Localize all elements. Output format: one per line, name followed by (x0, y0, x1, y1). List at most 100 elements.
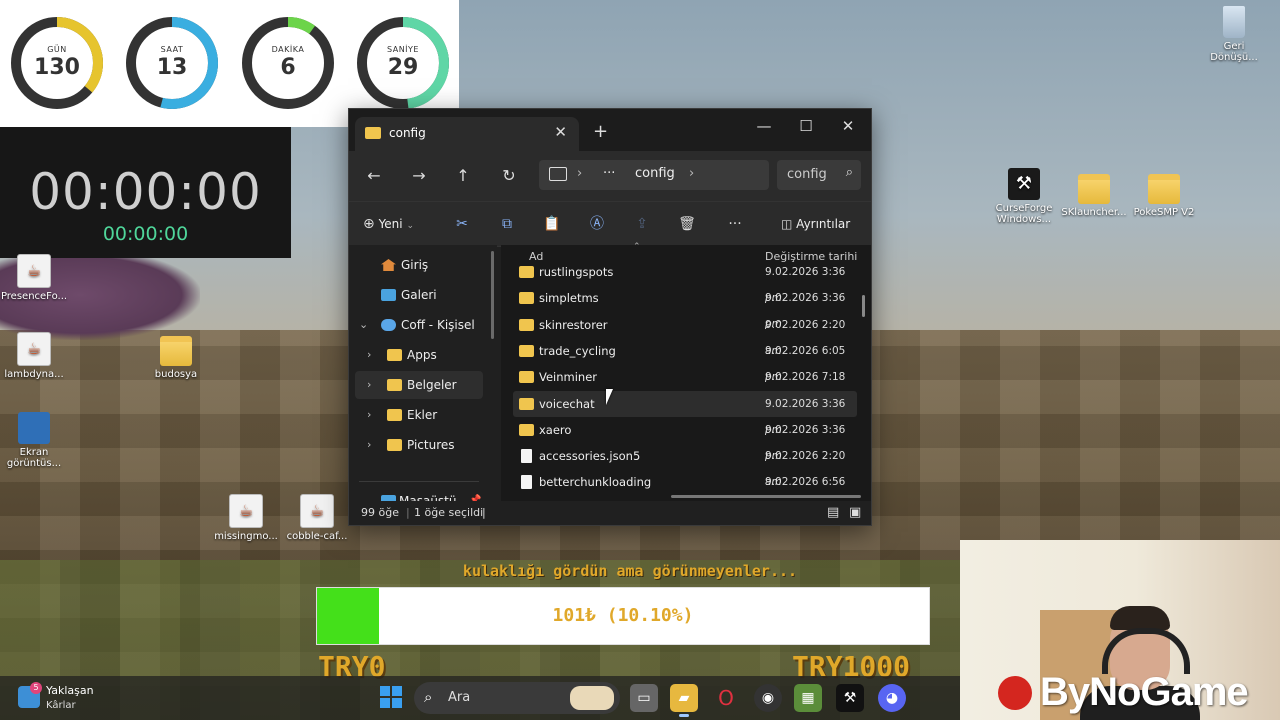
close-tab-icon[interactable]: ✕ (554, 123, 567, 141)
sidebar-scrollbar[interactable] (491, 251, 494, 339)
file-row[interactable]: simpletms 9.02.2026 3:36 pm (513, 285, 857, 330)
more-options-icon[interactable]: ··· (722, 212, 748, 236)
file-explorer-taskbar-icon[interactable]: ▰ (670, 684, 698, 717)
curseforge-icon: ⚒ (1008, 168, 1040, 200)
address-bar[interactable]: › ··· config › (539, 160, 769, 190)
sidebar-item-pictures[interactable]: › Pictures (349, 431, 497, 459)
rename-icon[interactable]: Ⓐ (584, 212, 610, 236)
horizontal-scrollbar[interactable] (671, 495, 861, 498)
file-date-text: 9.02.2026 6:56 (765, 476, 846, 489)
forward-arrow-icon[interactable]: → (406, 163, 432, 189)
java-icon (17, 332, 51, 366)
chevron-right-icon[interactable]: › (367, 431, 371, 459)
desktop-icon-cobble[interactable]: cobble-caf... (277, 494, 357, 542)
sort-up-icon: ⌃ (633, 242, 641, 252)
desktop-icon-label: Geri Dönüşü... (1210, 41, 1258, 63)
folder-icon (387, 349, 402, 361)
share-icon[interactable]: ⇪ (629, 212, 655, 236)
new-plus-icon: ⊕ (363, 216, 375, 232)
widget-subtitle: Kârlar (46, 700, 76, 711)
minecraft-icon[interactable]: ▦ (794, 684, 822, 712)
cut-icon[interactable]: ✂ (449, 212, 475, 236)
taskbar-search[interactable]: ⌕ Ara (414, 682, 620, 714)
details-button[interactable]: ◫ Ayrıntılar (781, 212, 850, 236)
discord-icon[interactable]: ◕ (878, 684, 906, 712)
taskbar-search-input[interactable]: Ara (448, 690, 470, 705)
search-input[interactable]: config (787, 167, 827, 182)
file-row[interactable]: Veinminer9.02.2026 7:18 pm (513, 364, 857, 409)
gallery-icon (381, 289, 396, 301)
paste-icon[interactable]: 📋 (539, 212, 565, 236)
new-tab-button[interactable]: + (593, 121, 608, 142)
sidebar-item-ekler[interactable]: › Ekler (349, 401, 497, 429)
close-window-button[interactable]: ✕ (827, 113, 869, 139)
sidebar-item-onedrive[interactable]: ⌄ Coff - Kişisel (349, 311, 497, 339)
back-arrow-icon[interactable]: ← (361, 163, 387, 189)
desktop-icon-lambdyna[interactable]: lambdyna... (0, 332, 74, 380)
refresh-icon[interactable]: ↻ (496, 163, 522, 189)
selected-count: 1 öğe seçildi (414, 506, 484, 519)
chevron-right-icon[interactable]: › (367, 401, 371, 429)
file-date-text: 9.02.2026 6:05 (765, 344, 846, 357)
file-row[interactable]: trade_cycling 9.02.2026 6:05 pm (513, 338, 857, 383)
search-box[interactable]: config ⌕ (777, 160, 861, 190)
folder-icon (365, 127, 381, 139)
minimize-button[interactable]: — (743, 113, 785, 139)
bynogame-brand: ByNoGame (1040, 670, 1249, 714)
breadcrumb-separator: › (577, 166, 583, 181)
file-explorer-window[interactable]: config ✕ + — ☐ ✕ ← → ↑ ↻ › ··· config › … (348, 108, 872, 526)
task-view-icon[interactable]: ▭ (630, 684, 658, 712)
details-view-icon[interactable]: ▤ (827, 501, 839, 525)
folder-icon (387, 439, 402, 451)
file-row[interactable]: xaero 9.02.2026 3:36 pm (513, 417, 857, 462)
chevron-right-icon[interactable]: › (367, 371, 371, 399)
sidebar-item-apps[interactable]: › Apps (349, 341, 497, 369)
vertical-scrollbar[interactable] (862, 295, 865, 317)
breadcrumb-ellipsis[interactable]: ··· (603, 166, 615, 181)
desktop-icon-recycle-bin[interactable]: Geri Dönüşü... (1194, 6, 1274, 63)
curseforge-taskbar-icon[interactable]: ⚒ (836, 684, 864, 712)
chevron-right-icon[interactable]: › (367, 341, 371, 369)
tab-config[interactable]: config ✕ (355, 117, 579, 151)
taskbar: 5 Yaklaşan Kârlar ⌕ Ara ▭ ▰ O ◉ ▦ ⚒ ◕ (0, 676, 960, 720)
new-button[interactable]: ⊕ Yeni ⌄ (363, 212, 414, 236)
desktop-icon-budosya[interactable]: budosya (136, 330, 216, 380)
donation-caption: kulaklığı gördün ama görünmeyenler... (462, 562, 798, 580)
chevron-down-icon[interactable]: ⌄ (359, 311, 368, 339)
folder-icon (519, 266, 534, 278)
breadcrumb-current[interactable]: config (635, 166, 675, 181)
file-name: accessories.json5 (539, 449, 641, 464)
file-row[interactable]: rustlingspots 9.02.2026 3:36 pm (513, 259, 857, 304)
start-windows-icon[interactable] (380, 686, 402, 708)
breadcrumb-chevron-icon[interactable]: › (689, 166, 694, 181)
details-label: Ayrıntılar (796, 217, 851, 231)
file-row[interactable]: voicechat 9.02.2026 3:36 pm (513, 390, 857, 436)
stopwatch-widget: 00:00:00 00:00:00 (0, 127, 291, 258)
maximize-button[interactable]: ☐ (785, 113, 827, 139)
desktop-icon-ekran[interactable]: Ekran görüntüs... (0, 412, 74, 469)
widgets-button[interactable]: 5 Yaklaşan Kârlar (18, 682, 168, 716)
delete-icon[interactable]: 🗑 (674, 212, 700, 236)
obs-icon[interactable]: ◉ (754, 684, 782, 712)
notification-badge: 5 (30, 682, 42, 694)
sidebar-item-belgeler[interactable]: › Belgeler (355, 371, 483, 399)
desktop-icon-missingmo[interactable]: missingmo... (206, 494, 286, 542)
desktop-icon-pokesmp[interactable]: PokeSMP V2 (1124, 168, 1204, 218)
gauge-label: GÜN (47, 45, 67, 54)
recycle-bin-icon (1223, 6, 1245, 38)
file-row[interactable]: skinrestorer 9.02.2026 2:20 am (513, 312, 857, 357)
sidebar-item-gallery[interactable]: Galeri (349, 281, 497, 309)
tiles-view-icon[interactable]: ▣ (849, 501, 861, 525)
desktop-icon-sklauncher[interactable]: SKlauncher... (1054, 168, 1134, 218)
file-date-text: 9.02.2026 3:36 (765, 423, 846, 436)
home-icon (381, 259, 396, 271)
desktop-icon-presence[interactable]: PresenceFo... (0, 254, 74, 302)
desktop-icon-curseforge[interactable]: ⚒ CurseForge Windows... (984, 168, 1064, 225)
file-row[interactable]: accessories.json5 9.02.2026 2:20 am (513, 443, 857, 488)
up-arrow-icon[interactable]: ↑ (450, 163, 476, 189)
status-bar: 99 öğe | 1 öğe seçildi | ▤ ▣ (349, 501, 871, 525)
file-row[interactable]: betterchunkloading9.02.2026 6:56 pm (513, 469, 857, 514)
sidebar-item-home[interactable]: Giriş (349, 251, 497, 279)
copy-icon[interactable]: ⧉ (494, 212, 520, 236)
opera-gx-icon[interactable]: O (712, 684, 740, 712)
